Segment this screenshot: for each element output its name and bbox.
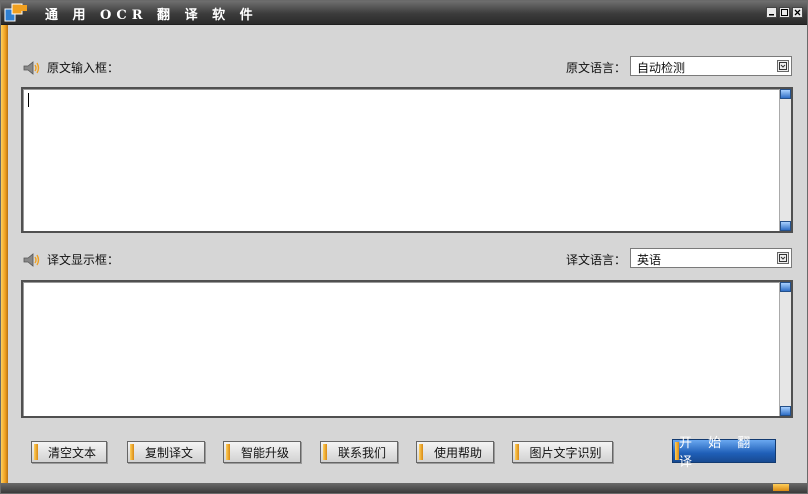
title-bar[interactable]: 通 用 OCR 翻 译 软 件 xyxy=(1,1,807,25)
scroll-down-button[interactable] xyxy=(780,221,791,231)
source-lang-dropdown-button[interactable] xyxy=(777,60,789,72)
window-title: 通 用 OCR 翻 译 软 件 xyxy=(45,8,258,23)
target-lang-select[interactable]: 英语 xyxy=(630,248,792,268)
clear-text-button[interactable]: 清空文本 xyxy=(31,441,107,463)
speaker-icon xyxy=(23,252,40,267)
close-icon xyxy=(794,9,801,16)
app-logo-icon xyxy=(4,3,27,22)
scroll-up-button[interactable] xyxy=(780,89,791,99)
target-lang-dropdown-button[interactable] xyxy=(777,252,789,264)
close-button[interactable] xyxy=(792,7,803,18)
copy-translation-button[interactable]: 复制译文 xyxy=(127,441,205,463)
target-text-output[interactable] xyxy=(21,280,793,418)
target-label-row: 译文显示框： xyxy=(23,251,119,268)
text-caret xyxy=(28,93,29,107)
minimize-icon xyxy=(769,14,774,16)
dropdown-icon xyxy=(779,254,787,262)
source-scrollbar[interactable] xyxy=(779,89,791,231)
bottom-bar xyxy=(1,483,807,493)
maximize-button[interactable] xyxy=(779,7,790,18)
target-box-label: 译文显示框： xyxy=(47,253,120,267)
maximize-icon xyxy=(781,9,788,16)
contact-us-button[interactable]: 联系我们 xyxy=(320,441,398,463)
source-text-input[interactable] xyxy=(21,87,793,233)
left-accent-bar xyxy=(1,25,8,483)
image-ocr-button[interactable]: 图片文字识别 xyxy=(512,441,613,463)
window-controls xyxy=(766,7,803,18)
start-translate-button[interactable]: 开 始 翻 译 xyxy=(672,436,776,470)
source-lang-select[interactable]: 自动检测 xyxy=(630,56,792,76)
resize-grip[interactable] xyxy=(773,484,789,491)
target-lang-value: 英语 xyxy=(637,253,662,267)
dropdown-icon xyxy=(779,62,787,70)
minimize-button[interactable] xyxy=(766,7,777,18)
target-scrollbar[interactable] xyxy=(779,282,791,416)
source-label-row: 原文输入框： xyxy=(23,59,119,76)
target-lang-label: 译文语言： xyxy=(566,253,627,267)
app-window: 通 用 OCR 翻 译 软 件 原文输入框： 原文语言： 自动检测 译文显示框：… xyxy=(0,0,808,494)
scroll-up-button[interactable] xyxy=(780,282,791,292)
scroll-down-button[interactable] xyxy=(780,406,791,416)
source-lang-label: 原文语言： xyxy=(566,61,627,75)
source-box-label: 原文输入框： xyxy=(47,61,120,75)
source-lang-value: 自动检测 xyxy=(637,61,686,75)
help-button[interactable]: 使用帮助 xyxy=(416,441,494,463)
speaker-icon xyxy=(23,60,40,75)
smart-upgrade-button[interactable]: 智能升级 xyxy=(223,441,301,463)
